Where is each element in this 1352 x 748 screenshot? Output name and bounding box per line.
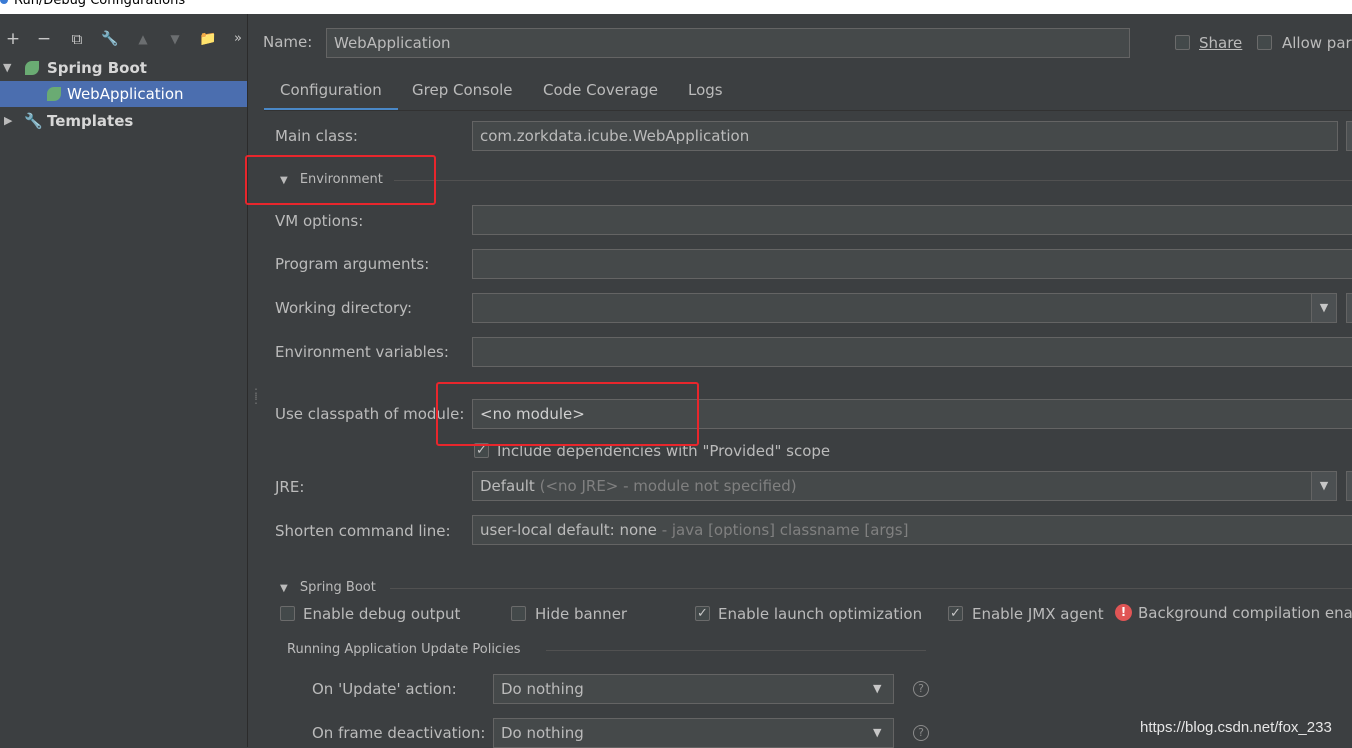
vm-options-label: VM options:	[275, 212, 364, 230]
hide-banner-label: Hide banner	[535, 605, 628, 623]
error-icon: !	[1115, 604, 1132, 621]
environment-variables-label: Environment variables:	[275, 343, 449, 361]
main-class-label: Main class:	[275, 127, 358, 145]
jre-select[interactable]: Default (<no JRE> - module not specified…	[472, 471, 1312, 501]
main-class-browse-button[interactable]	[1346, 121, 1352, 151]
copy-icon[interactable]: ⧉	[67, 28, 87, 50]
window-title: Run/Debug Configurations	[14, 0, 186, 8]
jre-label: JRE:	[275, 478, 305, 496]
tree-group-label: Spring Boot	[47, 59, 147, 77]
tree-templates-label: Templates	[47, 112, 134, 130]
jmx-agent-checkbox[interactable]: ✓	[948, 606, 963, 621]
annotation-box-classpath	[436, 382, 699, 446]
tree-item-label: WebApplication	[67, 85, 184, 103]
update-policies-divider	[546, 650, 926, 651]
folder-add-icon[interactable]: 📁	[198, 28, 218, 50]
shorten-command-line-select[interactable]: user-local default: none - java [options…	[472, 515, 1352, 545]
watermark-text: https://blog.csdn.net/fox_233	[1140, 719, 1332, 736]
shorten-value: user-local default: none	[480, 521, 657, 539]
main-class-input[interactable]: com.zorkdata.icube.WebApplication	[472, 121, 1338, 151]
launch-optimization-label: Enable launch optimization	[718, 605, 923, 623]
splitter-handle[interactable]: ⋮ ⋮	[250, 387, 262, 405]
remove-icon[interactable]: −	[34, 28, 54, 50]
launch-optimization-checkbox[interactable]: ✓	[695, 606, 710, 621]
allow-parallel-checkbox[interactable]	[1257, 35, 1272, 50]
environment-divider	[394, 180, 1352, 181]
wrench-icon[interactable]: 🔧	[100, 28, 120, 50]
tab-logs[interactable]: Logs	[688, 78, 723, 108]
chevron-down-icon[interactable]: ▼	[873, 726, 881, 739]
working-directory-label: Working directory:	[275, 299, 413, 317]
on-frame-deactivation-select[interactable]: Do nothing	[493, 718, 894, 748]
program-arguments-label: Program arguments:	[275, 255, 430, 273]
spring-boot-divider	[390, 588, 1352, 589]
spring-boot-icon	[25, 61, 39, 75]
jre-value: Default	[480, 477, 535, 495]
program-arguments-input[interactable]	[472, 249, 1352, 279]
collapse-triangle-icon[interactable]: ▼	[3, 55, 11, 81]
tab-code-coverage[interactable]: Code Coverage	[543, 78, 658, 108]
collapse-triangle-icon: ▼	[280, 583, 288, 594]
tree-item-webapplication[interactable]: WebApplication	[0, 81, 247, 107]
help-icon[interactable]: ?	[913, 725, 929, 741]
jre-hint: (<no JRE> - module not specified)	[539, 477, 797, 495]
on-frame-deactivation-label: On frame deactivation:	[312, 724, 486, 742]
shorten-hint: - java [options] classname [args]	[661, 521, 909, 539]
allow-parallel-label: Allow parallel run	[1282, 34, 1352, 52]
annotation-box-environment	[245, 155, 436, 205]
name-input[interactable]: WebApplication	[326, 28, 1130, 58]
tree-group-templates[interactable]: ▶ 🔧 Templates	[0, 108, 247, 134]
name-label: Name:	[263, 33, 313, 51]
environment-variables-input[interactable]	[472, 337, 1352, 367]
move-up-icon[interactable]: ▲	[133, 28, 153, 50]
spring-boot-app-icon	[47, 87, 61, 101]
chevron-down-icon[interactable]: ▼	[873, 682, 881, 695]
update-policies-header: Running Application Update Policies	[287, 642, 521, 657]
on-update-label: On 'Update' action:	[312, 680, 457, 698]
hide-banner-checkbox[interactable]	[511, 606, 526, 621]
shorten-command-line-label: Shorten command line:	[275, 522, 451, 540]
wrench-icon: 🔧	[24, 112, 43, 130]
add-icon[interactable]: +	[3, 28, 23, 50]
tabs-divider	[264, 110, 1352, 111]
working-directory-dropdown[interactable]: ▼	[1311, 293, 1337, 323]
more-icon[interactable]: »	[228, 28, 248, 50]
tree-group-spring-boot[interactable]: ▼ Spring Boot	[0, 55, 247, 81]
move-down-icon[interactable]: ▼	[165, 28, 185, 50]
expand-triangle-icon[interactable]: ▶	[4, 108, 12, 134]
debug-output-checkbox[interactable]	[280, 606, 295, 621]
jre-browse-button[interactable]	[1346, 471, 1352, 501]
tab-configuration[interactable]: Configuration	[264, 78, 398, 111]
jre-dropdown[interactable]: ▼	[1311, 471, 1337, 501]
working-directory-input[interactable]	[472, 293, 1312, 323]
vm-options-input[interactable]	[472, 205, 1352, 235]
tab-grep-console[interactable]: Grep Console	[412, 78, 513, 108]
working-directory-browse-button[interactable]	[1346, 293, 1352, 323]
on-update-select[interactable]: Do nothing	[493, 674, 894, 704]
background-compilation-label: Background compilation enabled	[1138, 604, 1352, 622]
spring-boot-section-header[interactable]: ▼ Spring Boot	[280, 580, 376, 595]
app-icon	[0, 0, 8, 4]
help-icon[interactable]: ?	[913, 681, 929, 697]
window-title-bar: Run/Debug Configurations	[0, 0, 1352, 14]
share-label: Share	[1199, 34, 1243, 52]
share-checkbox[interactable]	[1175, 35, 1190, 50]
jmx-agent-label: Enable JMX agent	[972, 605, 1104, 623]
debug-output-label: Enable debug output	[303, 605, 461, 623]
